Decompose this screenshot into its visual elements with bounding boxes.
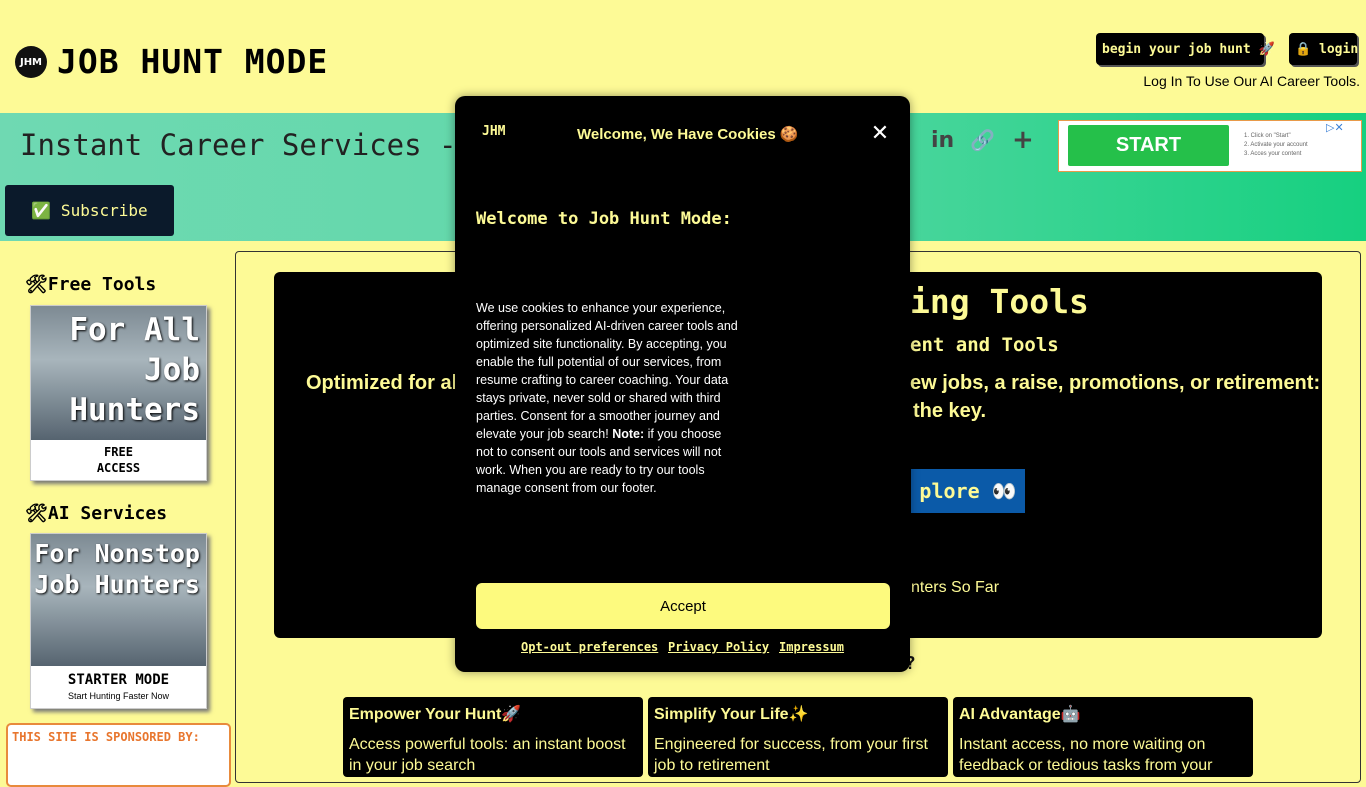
free-tools-heading: 🛠Free Tools [25,274,157,295]
modal-body-text: We use cookies to enhance your experienc… [476,301,738,441]
ai-services-heading: 🛠AI Services [25,503,168,524]
link-icon[interactable]: 🔗 [970,128,995,152]
modal-note-label: Note: [612,427,645,441]
linkedin-icon[interactable]: in [931,128,954,153]
subscribe-button[interactable]: ✅ Subscribe [5,185,174,236]
logo-badge[interactable]: JHM [15,46,47,78]
opt-out-preferences-link[interactable]: Opt-out preferences [521,640,658,654]
card-label: FREE [104,445,133,459]
ai-services-card[interactable]: For Nonstop Job Hunters STARTER MODE Sta… [30,533,207,709]
ad-start-button[interactable]: START [1068,125,1229,166]
login-button[interactable]: 🔒 login [1289,33,1358,65]
feature-card: AI Advantage🤖 Instant access, no more wa… [953,697,1253,777]
card-label: ACCESS [96,461,141,475]
feature-body: Engineered for success, from your first … [654,736,928,774]
modal-heading: Welcome to Job Hunt Mode: [476,209,732,229]
hunters-count: nters So Far [911,579,1000,596]
feature-body: Instant access, no more waiting on feedb… [959,736,1213,774]
banner-title: Instant Career Services - [20,128,457,162]
ad-step: 1. Click on "Start" [1244,133,1291,139]
ad-close-icon[interactable]: ▷✕ [1326,121,1344,134]
accept-button[interactable]: Accept [476,583,890,629]
plus-icon[interactable]: + [1012,125,1034,155]
card-label: STARTER MODE [67,672,170,688]
ad-steps: 1. Click on "Start" 2. Activate your acc… [1244,132,1308,159]
ad-step: 2. Activate your account [1244,142,1308,148]
feature-title: AI Advantage🤖 [959,706,1081,723]
ad-step: 3. Acces your content [1244,151,1302,157]
card-label: Start Hunting Faster Now [67,691,170,701]
modal-body: We use cookies to enhance your experienc… [476,299,738,497]
modal-logo: JHM [482,124,506,139]
card-image: For Nonstop Job Hunters [31,534,206,666]
hero-subtitle: ent and Tools [910,334,1059,356]
card-image-text: For All Job Hunters [69,312,200,428]
feature-title: Empower Your Hunt🚀 [349,706,522,723]
feature-card: Empower Your Hunt🚀 Access powerful tools… [343,697,643,777]
feature-body: Access powerful tools: an instant boost … [349,736,626,774]
modal-title: Welcome, We Have Cookies 🍪 [577,126,799,143]
free-tools-card[interactable]: For All Job Hunters FREE ACCESS [30,305,207,481]
privacy-policy-link[interactable]: Privacy Policy [668,640,769,654]
card-image: For All Job Hunters [31,306,206,440]
sponsor-text: THIS SITE IS SPONSORED BY: [12,730,200,744]
hero-text-right: the key. [913,400,986,422]
close-icon[interactable]: ✕ [869,122,891,146]
feature-card: Simplify Your Life✨ Engineered for succe… [648,697,948,777]
brand-title[interactable]: JOB HUNT MODE [57,42,328,81]
card-image-text: For Nonstop Job Hunters [34,539,200,599]
hero-text-left: Optimized for all [306,372,463,394]
hero-title: ing Tools [910,282,1089,321]
impressum-link[interactable]: Impressum [779,640,844,654]
feature-title: Simplify Your Life✨ [654,706,809,723]
begin-job-hunt-button[interactable]: begin your job hunt 🚀 [1096,33,1275,65]
login-note: Log In To Use Our AI Career Tools. [1143,73,1360,89]
hero-text-right: ew jobs, a raise, promotions, or retirem… [910,372,1321,394]
explore-button[interactable]: plore 👀 [911,469,1025,513]
